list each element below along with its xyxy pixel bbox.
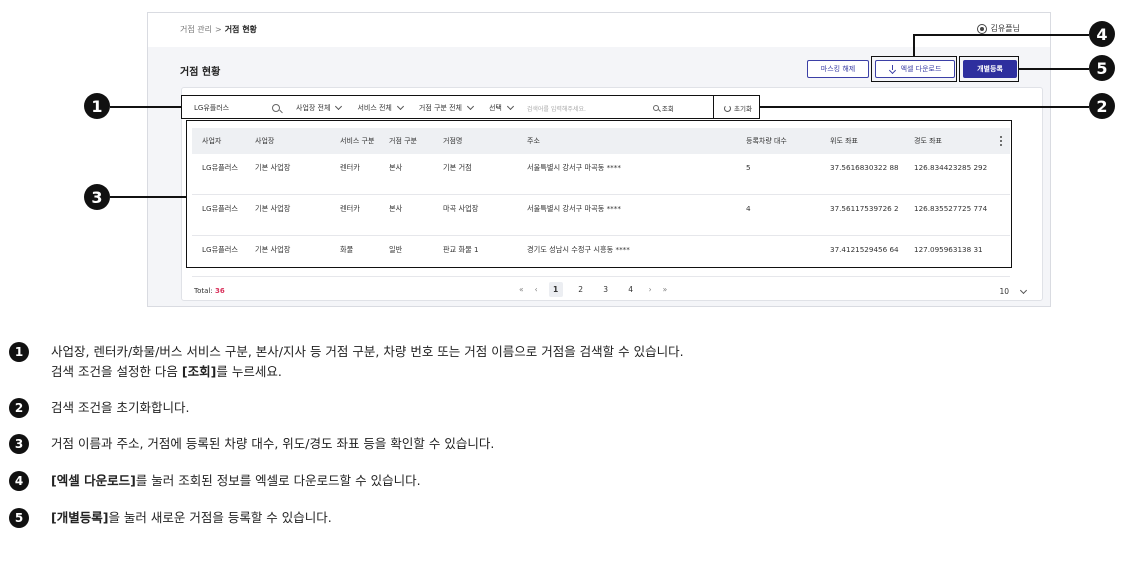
top-bar: 거점 관리 > 거점 현황 김유플님 xyxy=(148,13,1050,47)
page-size-select[interactable]: 10 xyxy=(999,286,1028,296)
description-text-2: 검색 조건을 초기화합니다. xyxy=(51,400,190,415)
page-button[interactable]: 3 xyxy=(599,282,613,297)
page-size-value: 10 xyxy=(999,287,1009,296)
description-text-4: [엑셀 다운로드]를 눌러 조회된 정보를 엑셀로 다운로드할 수 있습니다. xyxy=(51,471,421,491)
description-text-1: 사업장, 렌터카/화물/버스 서비스 구분, 본사/지사 등 거점 구분, 차량… xyxy=(51,342,684,382)
description-number-1: 1 xyxy=(9,342,29,362)
breadcrumb: 거점 관리 > 거점 현황 xyxy=(180,24,257,35)
user-circle-icon xyxy=(976,23,987,34)
description-1-line-2: 검색 조건을 설정한 다음 [조회]를 누르세요. xyxy=(51,362,684,382)
total-count: Total: 36 xyxy=(194,287,225,295)
description-1-line-1: 사업장, 렌터카/화물/버스 서비스 구분, 본사/지사 등 거점 구분, 차량… xyxy=(51,344,684,359)
breadcrumb-current: 거점 현황 xyxy=(224,25,257,34)
page-button-current[interactable]: 1 xyxy=(548,281,563,297)
callout-box-1 xyxy=(181,95,714,119)
user-menu[interactable]: 김유플님 xyxy=(976,23,1020,34)
marker-3: 3 xyxy=(84,184,110,210)
page-title: 거점 현황 xyxy=(180,67,221,78)
description-number-3: 3 xyxy=(9,434,29,454)
leader-line-4-vertical xyxy=(913,34,915,56)
prev-page-button[interactable]: ‹ xyxy=(535,285,538,294)
description-4: 4 [엑셀 다운로드]를 눌러 조회된 정보를 엑셀로 다운로드할 수 있습니다… xyxy=(9,471,421,491)
unmask-button-label: 마스킹 해제 xyxy=(820,65,856,73)
description-number-4: 4 xyxy=(9,471,29,491)
leader-line-1 xyxy=(110,106,181,108)
description-2: 2 검색 조건을 초기화합니다. xyxy=(9,398,189,418)
user-name: 김유플님 xyxy=(990,24,1020,33)
marker-1: 1 xyxy=(84,93,110,119)
total-value: 36 xyxy=(214,287,225,295)
callout-box-2 xyxy=(713,95,760,119)
next-page-button[interactable]: › xyxy=(649,285,652,294)
description-4-bold: [엑셀 다운로드] xyxy=(51,473,136,488)
page-button[interactable]: 2 xyxy=(574,282,588,297)
leader-line-5 xyxy=(1019,68,1089,70)
description-5-bold: [개별등록] xyxy=(51,510,109,525)
description-5-post: 을 눌러 새로운 거점을 등록할 수 있습니다. xyxy=(108,510,332,525)
page-button[interactable]: 4 xyxy=(624,282,638,297)
total-label: Total: xyxy=(194,287,213,295)
description-3: 3 거점 이름과 주소, 거점에 등록된 차량 대수, 위도/경도 좌표 등을 … xyxy=(9,434,494,454)
description-text-3: 거점 이름과 주소, 거점에 등록된 차량 대수, 위도/경도 좌표 등을 확인… xyxy=(51,436,495,451)
leader-line-2 xyxy=(760,106,1089,108)
leader-line-4 xyxy=(913,34,1089,36)
breadcrumb-separator: > xyxy=(214,25,222,34)
marker-5: 5 xyxy=(1089,55,1115,81)
description-4-post: 를 눌러 조회된 정보를 엑셀로 다운로드할 수 있습니다. xyxy=(135,473,421,488)
callout-box-3 xyxy=(186,120,1012,268)
breadcrumb-parent[interactable]: 거점 관리 xyxy=(180,25,212,34)
last-page-button[interactable]: » xyxy=(663,285,668,294)
description-1: 1 사업장, 렌터카/화물/버스 서비스 구분, 본사/지사 등 거점 구분, … xyxy=(9,342,684,382)
description-number-2: 2 xyxy=(9,398,29,418)
unmask-button[interactable]: 마스킹 해제 xyxy=(807,60,869,78)
pagination: « ‹ 1 2 3 4 › » xyxy=(519,281,667,297)
description-text-5: [개별등록]을 눌러 새로운 거점을 등록할 수 있습니다. xyxy=(51,508,332,528)
description-1-line-2-post: 를 누르세요. xyxy=(216,364,282,379)
description-5: 5 [개별등록]을 눌러 새로운 거점을 등록할 수 있습니다. xyxy=(9,508,332,528)
chevron-down-icon xyxy=(1019,286,1028,294)
callout-box-5 xyxy=(959,56,1019,82)
description-1-line-2-bold: [조회] xyxy=(181,364,217,379)
description-number-5: 5 xyxy=(9,508,29,528)
callout-box-4 xyxy=(871,56,957,82)
marker-2: 2 xyxy=(1089,93,1115,119)
description-1-line-2-pre: 검색 조건을 설정한 다음 xyxy=(51,364,182,379)
marker-4: 4 xyxy=(1089,21,1115,47)
first-page-button[interactable]: « xyxy=(519,285,524,294)
leader-line-3 xyxy=(110,196,186,198)
